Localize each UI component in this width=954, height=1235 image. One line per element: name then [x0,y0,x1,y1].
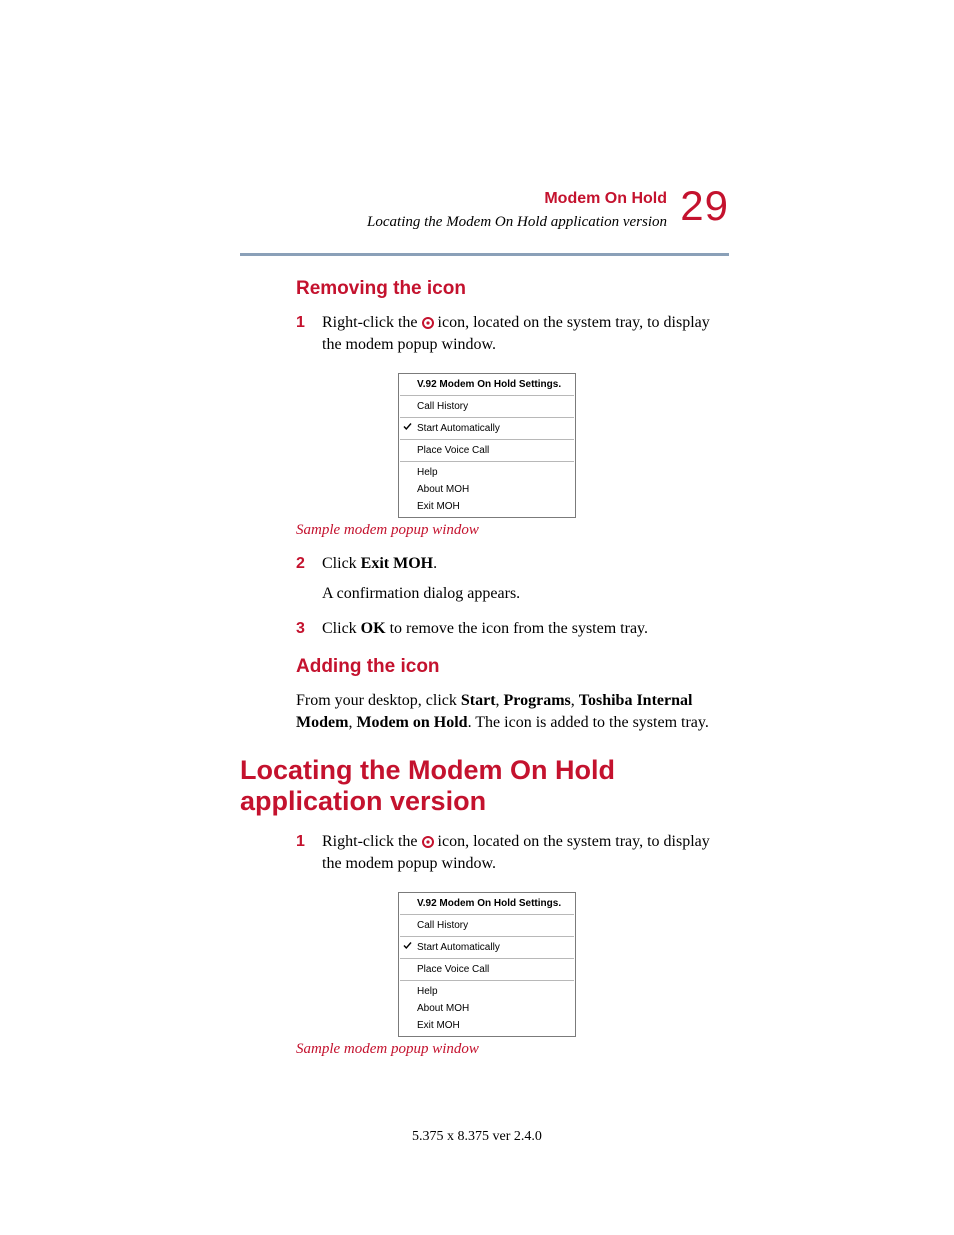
menu-item-help: Help [399,983,575,1000]
menu-item-call-history: Call History [399,398,575,415]
text-bold: Exit MOH [361,555,433,572]
moh-tray-icon [422,317,434,329]
step-3-removing: 3 Click OK to remove the icon from the s… [296,618,729,648]
menu-item-exit: Exit MOH [399,1017,575,1034]
moh-tray-icon [422,836,434,848]
page-number: 29 [680,182,729,230]
popup-menu-figure: V.92 Modem On Hold Settings. Call Histor… [398,373,576,518]
step-number: 1 [296,831,322,882]
body-adding: From your desktop, click Start, Programs… [296,690,729,733]
menu-item-about: About MOH [399,481,575,498]
step-text: Click OK to remove the icon from the sys… [322,618,729,648]
menu-item-start-auto: Start Automatically [399,939,575,956]
menu-item-settings: V.92 Modem On Hold Settings. [399,895,575,912]
menu-item-call-history: Call History [399,917,575,934]
menu-item-place-voice: Place Voice Call [399,961,575,978]
text-bold: Start [461,692,496,709]
step-number: 1 [296,312,322,363]
page-footer: 5.375 x 8.375 ver 2.4.0 [0,1129,954,1145]
text: , [571,692,579,709]
page: 29 Modem On Hold Locating the Modem On H… [0,0,954,1235]
menu-separator [400,461,574,462]
text: A confirmation dialog appears. [322,583,729,605]
menu-separator [400,395,574,396]
text-bold: Programs [504,692,571,709]
step-text: Right-click the icon, located on the sys… [322,831,729,882]
text: Click [322,555,361,572]
checkmark-icon [403,422,412,434]
text: . [433,555,437,572]
menu-separator [400,980,574,981]
popup-menu-figure: V.92 Modem On Hold Settings. Call Histor… [398,892,576,1037]
text: . The icon is added to the system tray. [468,714,709,731]
menu-separator [400,914,574,915]
heading-removing: Removing the icon [296,278,729,300]
text: , [496,692,504,709]
text-bold: Modem on Hold [356,714,467,731]
section-subtitle: Locating the Modem On Hold application v… [240,214,667,231]
menu-item-label: Start Automatically [417,942,500,953]
running-head: 29 Modem On Hold Locating the Modem On H… [240,190,729,231]
menu-item-place-voice: Place Voice Call [399,442,575,459]
step-text: Right-click the icon, located on the sys… [322,312,729,363]
text: to remove the icon from the system tray. [386,620,648,637]
heading-locating: Locating the Modem On Hold application v… [240,755,729,817]
menu-item-about: About MOH [399,1000,575,1017]
text: Right-click the [322,833,422,850]
checkmark-icon [403,941,412,953]
step-2-removing: 2 Click Exit MOH. A confirmation dialog … [296,553,729,612]
menu-item-label: Start Automatically [417,423,500,434]
menu-item-start-auto: Start Automatically [399,420,575,437]
chapter-title: Modem On Hold [240,190,667,208]
menu-separator [400,958,574,959]
menu-item-exit: Exit MOH [399,498,575,515]
step-number: 3 [296,618,322,648]
step-1-locating: 1 Right-click the icon, located on the s… [296,831,729,882]
header-rule [240,253,729,256]
menu-separator [400,439,574,440]
step-text: Click Exit MOH. A confirmation dialog ap… [322,553,729,612]
step-1-removing: 1 Right-click the icon, located on the s… [296,312,729,363]
menu-separator [400,936,574,937]
figure-caption: Sample modem popup window [296,1041,729,1058]
heading-adding: Adding the icon [296,656,729,678]
figure-caption: Sample modem popup window [296,522,729,539]
menu-separator [400,417,574,418]
text: From your desktop, click [296,692,461,709]
text: Click [322,620,361,637]
step-number: 2 [296,553,322,612]
text-bold: OK [361,620,386,637]
text: Right-click the [322,314,422,331]
menu-item-help: Help [399,464,575,481]
menu-item-settings: V.92 Modem On Hold Settings. [399,376,575,393]
